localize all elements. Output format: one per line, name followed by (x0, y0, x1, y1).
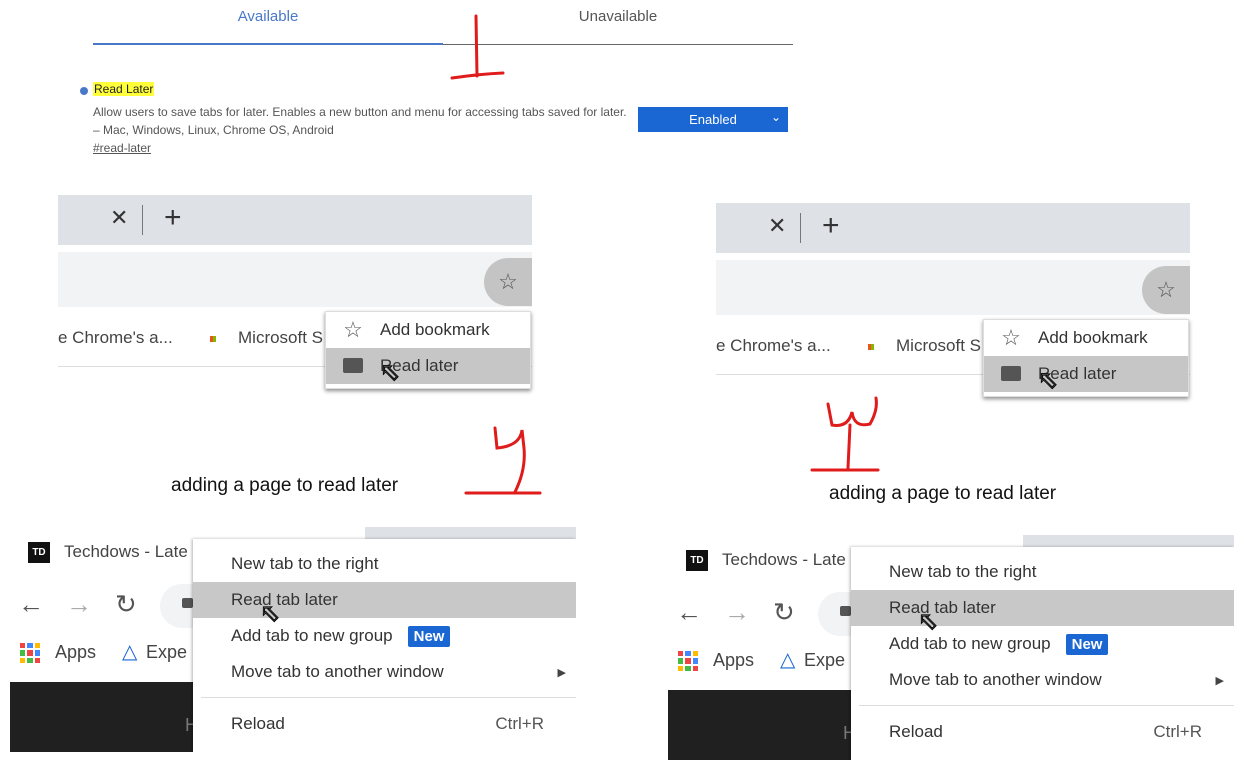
annotation-2 (464, 426, 542, 495)
red-handwritten-annotations (450, 14, 880, 495)
annotation-1 (450, 14, 505, 80)
annotation-3 (810, 396, 880, 472)
